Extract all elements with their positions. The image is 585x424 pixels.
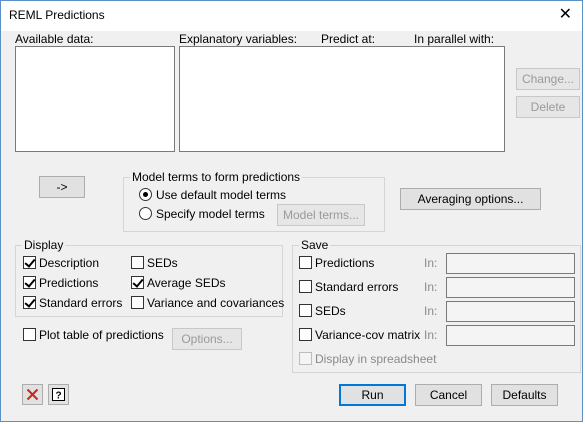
cancel-button[interactable]: Cancel bbox=[415, 384, 482, 406]
display-average-seds-checkbox[interactable] bbox=[131, 276, 144, 289]
save-group-title: Save bbox=[299, 238, 331, 252]
clear-button[interactable] bbox=[22, 384, 43, 405]
save-variance-cov-in-label: In: bbox=[424, 328, 438, 342]
plot-table-label: Plot table of predictions bbox=[39, 328, 164, 342]
model-terms-button[interactable]: Model terms... bbox=[277, 204, 365, 226]
save-standard-errors-in-field[interactable] bbox=[446, 277, 575, 298]
help-icon: ? bbox=[52, 388, 65, 402]
use-default-model-terms-label: Use default model terms bbox=[156, 188, 287, 202]
available-data-list[interactable] bbox=[15, 46, 175, 152]
save-standard-errors-checkbox[interactable] bbox=[299, 280, 312, 293]
options-button[interactable]: Options... bbox=[172, 328, 242, 350]
display-predictions-label: Predictions bbox=[39, 276, 99, 290]
averaging-options-button[interactable]: Averaging options... bbox=[400, 188, 541, 210]
defaults-button[interactable]: Defaults bbox=[491, 384, 558, 406]
save-seds-label: SEDs bbox=[315, 304, 346, 318]
save-seds-in-field[interactable] bbox=[446, 301, 575, 322]
in-parallel-with-label: In parallel with: bbox=[414, 32, 495, 46]
save-predictions-in-field[interactable] bbox=[446, 253, 575, 274]
change-button[interactable]: Change... bbox=[516, 68, 580, 90]
predict-at-label: Predict at: bbox=[321, 32, 376, 46]
save-standard-errors-label: Standard errors bbox=[315, 280, 399, 294]
display-in-spreadsheet-label: Display in spreadsheet bbox=[315, 352, 437, 366]
display-standard-errors-checkbox[interactable] bbox=[23, 296, 36, 309]
save-seds-in-label: In: bbox=[424, 304, 438, 318]
explanatory-variables-list[interactable] bbox=[179, 46, 505, 152]
display-description-label: Description bbox=[39, 256, 100, 270]
help-button[interactable]: ? bbox=[48, 384, 69, 405]
delete-button[interactable]: Delete bbox=[516, 96, 580, 118]
available-data-label: Available data: bbox=[15, 32, 94, 46]
specify-model-terms-label: Specify model terms bbox=[156, 207, 265, 221]
display-description-checkbox[interactable] bbox=[23, 256, 36, 269]
run-button[interactable]: Run bbox=[339, 384, 406, 406]
model-terms-group-title: Model terms to form predictions bbox=[130, 170, 303, 184]
save-variance-cov-in-field[interactable] bbox=[446, 325, 575, 346]
display-group-title: Display bbox=[22, 238, 66, 252]
plot-table-checkbox[interactable] bbox=[23, 328, 36, 341]
display-variance-covariances-label: Variance and covariances bbox=[147, 296, 285, 310]
display-seds-checkbox[interactable] bbox=[131, 256, 144, 269]
save-predictions-in-label: In: bbox=[424, 256, 438, 270]
save-seds-checkbox[interactable] bbox=[299, 304, 312, 317]
add-arrow-button[interactable]: -> bbox=[39, 176, 85, 198]
explanatory-variables-label: Explanatory variables: bbox=[179, 32, 298, 46]
display-predictions-checkbox[interactable] bbox=[23, 276, 36, 289]
specify-model-terms-radio[interactable] bbox=[139, 207, 152, 220]
display-seds-label: SEDs bbox=[147, 256, 178, 270]
title-bar: REML Predictions ✕ bbox=[1, 1, 582, 31]
use-default-model-terms-radio[interactable] bbox=[139, 188, 152, 201]
svg-text:?: ? bbox=[55, 391, 61, 402]
save-variance-cov-label: Variance-cov matrix bbox=[315, 328, 421, 342]
close-icon[interactable]: ✕ bbox=[559, 5, 572, 25]
display-standard-errors-label: Standard errors bbox=[39, 296, 123, 310]
save-variance-cov-checkbox[interactable] bbox=[299, 328, 312, 341]
save-predictions-checkbox[interactable] bbox=[299, 256, 312, 269]
reml-predictions-dialog: REML Predictions ✕ Available data: Expla… bbox=[0, 0, 583, 422]
display-in-spreadsheet-checkbox[interactable] bbox=[299, 352, 312, 365]
window-title: REML Predictions bbox=[9, 8, 105, 22]
clear-icon bbox=[26, 388, 39, 401]
display-variance-covariances-checkbox[interactable] bbox=[131, 296, 144, 309]
save-standard-errors-in-label: In: bbox=[424, 280, 438, 294]
save-predictions-label: Predictions bbox=[315, 256, 375, 270]
display-average-seds-label: Average SEDs bbox=[147, 276, 226, 290]
